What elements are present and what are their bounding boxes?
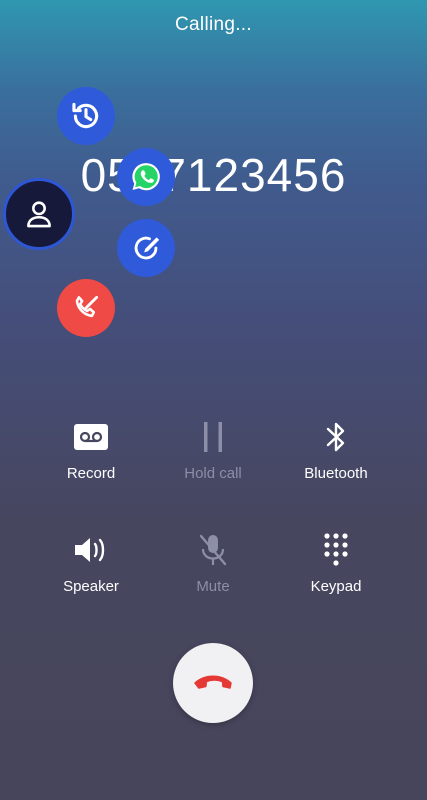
call-status: Calling... xyxy=(175,14,252,35)
hold-call-label: Hold call xyxy=(184,465,242,482)
bluetooth-button[interactable]: Bluetooth xyxy=(276,419,396,482)
history-button[interactable] xyxy=(57,87,115,145)
voicemail-icon xyxy=(74,424,108,450)
block-call-button[interactable] xyxy=(57,279,115,337)
speaker-label: Speaker xyxy=(63,578,119,595)
mute-label: Mute xyxy=(196,578,230,595)
dialpad-icon xyxy=(324,533,348,566)
record-button[interactable]: Record xyxy=(31,419,151,482)
mute-button[interactable]: Mute xyxy=(153,532,273,595)
hold-call-button[interactable]: Hold call xyxy=(153,419,273,482)
speaker-button[interactable]: Speaker xyxy=(31,532,151,595)
edit-icon xyxy=(134,236,160,260)
hang-up-icon xyxy=(194,675,232,689)
keypad-button[interactable]: Keypad xyxy=(276,532,396,595)
whatsapp-icon xyxy=(132,163,160,191)
edit-button[interactable] xyxy=(117,219,175,277)
whatsapp-button[interactable] xyxy=(117,148,175,206)
person-icon xyxy=(27,201,51,228)
bluetooth-icon xyxy=(326,422,345,452)
speaker-icon xyxy=(75,538,105,562)
mic-off-icon xyxy=(199,534,227,566)
contact-button[interactable] xyxy=(3,178,75,250)
bluetooth-label: Bluetooth xyxy=(304,465,368,482)
block-call-icon xyxy=(75,295,99,318)
history-icon xyxy=(72,102,99,129)
end-call-button[interactable] xyxy=(173,643,253,723)
keypad-label: Keypad xyxy=(310,578,362,595)
pause-icon xyxy=(204,422,222,452)
record-label: Record xyxy=(66,465,116,482)
